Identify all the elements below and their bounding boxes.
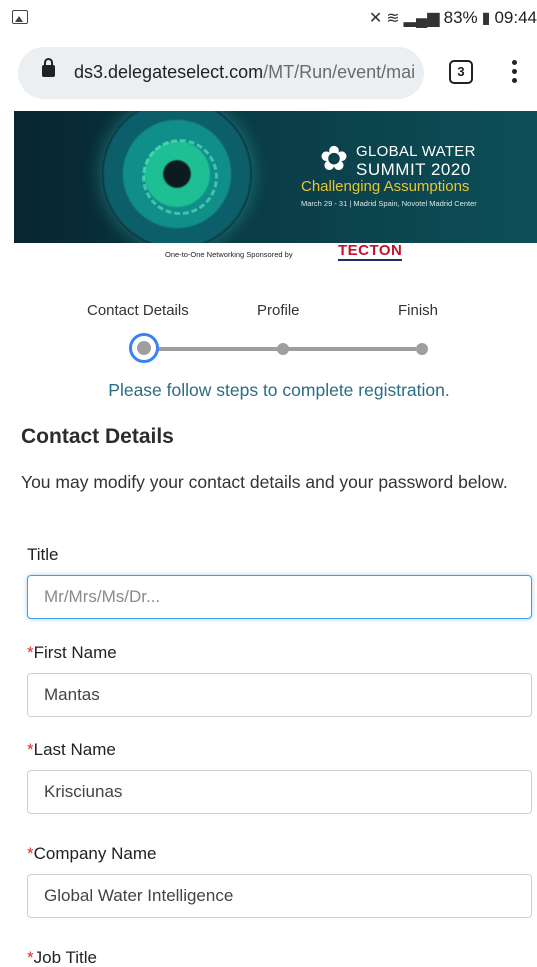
last-name-label-text: Last Name bbox=[33, 740, 116, 759]
tab-switcher-button[interactable]: 3 bbox=[449, 60, 473, 84]
instructions-text: Please follow steps to complete registra… bbox=[108, 380, 450, 400]
wifi-icon: ≋ bbox=[386, 10, 400, 27]
job-title-label-text: Job Title bbox=[33, 948, 97, 967]
banner-title-line2: SUMMIT 2020 bbox=[356, 160, 471, 179]
address-bar[interactable]: ds3.delegateselect.com/MT/Run/event/mai bbox=[18, 47, 424, 99]
browser-menu-button[interactable] bbox=[504, 60, 524, 86]
image-icon bbox=[12, 10, 28, 24]
required-marker: * bbox=[27, 844, 34, 863]
sponsor-text: One-to-One Networking Sponsored by bbox=[165, 250, 293, 259]
first-name-label-text: First Name bbox=[33, 643, 117, 662]
battery-icon: ▮ bbox=[481, 10, 491, 27]
menu-dot-icon bbox=[511, 69, 517, 74]
first-name-label: *First Name bbox=[27, 643, 117, 663]
step-label-profile: Profile bbox=[257, 302, 300, 319]
clock: 09:44 bbox=[494, 8, 537, 27]
url-path: /MT/Run/event/mai bbox=[263, 62, 414, 82]
section-title: Contact Details bbox=[21, 425, 174, 448]
step-connector bbox=[158, 347, 282, 351]
status-indicators: ✕ ≋ ▂▄▆ 83% ▮ 09:44 bbox=[369, 8, 537, 28]
lock-icon bbox=[42, 58, 55, 77]
url-host: ds3.delegateselect.com bbox=[74, 62, 264, 82]
step-indicator-contact-details[interactable] bbox=[129, 333, 159, 363]
step-label-contact-details: Contact Details bbox=[87, 302, 189, 319]
event-banner: ✿ GLOBAL WATER SUMMIT 2020 Challenging A… bbox=[14, 111, 537, 243]
step-connector bbox=[288, 347, 416, 351]
mute-icon: ✕ bbox=[368, 10, 383, 27]
step-indicator-profile[interactable] bbox=[277, 343, 289, 355]
last-name-label: *Last Name bbox=[27, 740, 116, 760]
step-indicator-finish[interactable] bbox=[416, 343, 428, 355]
last-name-input[interactable] bbox=[27, 770, 532, 814]
battery-level: 83% bbox=[443, 8, 478, 27]
required-marker: * bbox=[27, 643, 34, 662]
company-name-input[interactable] bbox=[27, 874, 532, 918]
status-bar: ✕ ≋ ▂▄▆ 83% ▮ 09:44 bbox=[0, 0, 537, 38]
banner-date-venue: March 29 - 31 | Madrid Spain, Novotel Ma… bbox=[301, 199, 477, 208]
section-description: You may modify your contact details and … bbox=[21, 472, 508, 492]
url-text[interactable]: ds3.delegateselect.com/MT/Run/event/mai bbox=[74, 62, 414, 83]
title-input[interactable] bbox=[27, 575, 532, 619]
company-name-label-text: Company Name bbox=[33, 844, 157, 863]
signal-icon: ▂▄▆ bbox=[403, 10, 440, 27]
sponsor-logo: TECTON bbox=[338, 242, 403, 261]
first-name-input[interactable] bbox=[27, 673, 532, 717]
summit-logo-icon: ✿ bbox=[319, 140, 349, 178]
job-title-label: *Job Title bbox=[27, 948, 97, 967]
required-marker: * bbox=[27, 740, 34, 759]
banner-tagline: Challenging Assumptions bbox=[301, 178, 470, 195]
banner-title-line1: GLOBAL WATER bbox=[356, 143, 476, 160]
required-marker: * bbox=[27, 948, 34, 967]
company-name-label: *Company Name bbox=[27, 844, 156, 864]
menu-dot-icon bbox=[511, 60, 517, 65]
eye-graphic bbox=[102, 111, 252, 243]
title-label: Title bbox=[27, 545, 59, 564]
menu-dot-icon bbox=[511, 78, 517, 83]
step-label-finish: Finish bbox=[398, 302, 439, 319]
